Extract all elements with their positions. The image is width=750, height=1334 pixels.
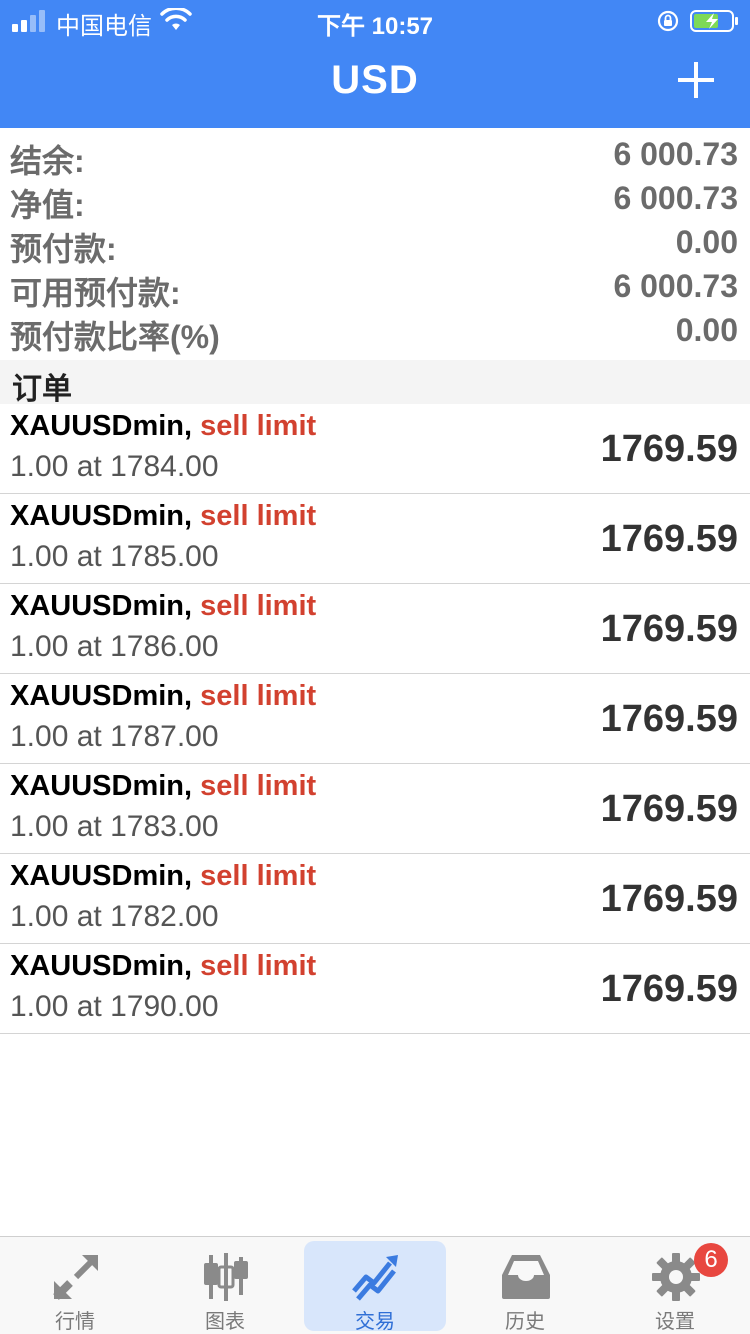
summary-label: 预付款比率(%): [10, 319, 220, 355]
order-detail: 1.00 at 1786.00: [10, 630, 219, 663]
order-symbol: XAUUSDmin,: [10, 590, 193, 622]
order-current-price: 1769.59: [600, 878, 738, 920]
order-row[interactable]: XAUUSDmin, sell limit 1.00 at 1782.00 17…: [0, 854, 750, 944]
tab-settings[interactable]: 6 设置: [604, 1241, 746, 1333]
summary-value: 6 000.73: [613, 180, 738, 216]
account-summary: 结余: 6 000.73 净值: 6 000.73 预付款: 0.00 可用预付…: [0, 132, 750, 355]
tab-label: 交易: [355, 1311, 395, 1333]
order-row[interactable]: XAUUSDmin, sell limit 1.00 at 1785.00 17…: [0, 494, 750, 584]
nav-bar: USD: [0, 40, 750, 128]
order-title: XAUUSDmin, sell limit: [10, 500, 316, 533]
notification-badge: 6: [694, 1243, 728, 1277]
order-symbol: XAUUSDmin,: [10, 860, 193, 892]
orders-section-header: 订单: [0, 360, 750, 406]
tab-label: 行情: [55, 1311, 95, 1333]
summary-row-margin: 预付款: 0.00: [0, 220, 750, 267]
status-bar: 中国电信 下午 10:57: [0, 0, 750, 40]
summary-row-free-margin: 可用预付款: 6 000.73: [0, 264, 750, 311]
order-title: XAUUSDmin, sell limit: [10, 950, 316, 983]
trade-screen: 中国电信 下午 10:57 USD 结余: 6 000.73 净值: 6 000…: [0, 0, 750, 1334]
add-order-button[interactable]: [676, 60, 716, 100]
order-detail: 1.00 at 1785.00: [10, 540, 219, 573]
order-symbol: XAUUSDmin,: [10, 770, 193, 802]
summary-value: 6 000.73: [613, 268, 738, 304]
order-row[interactable]: XAUUSDmin, sell limit 1.00 at 1790.00 17…: [0, 944, 750, 1034]
order-title: XAUUSDmin, sell limit: [10, 680, 316, 713]
order-symbol: XAUUSDmin,: [10, 410, 193, 442]
summary-row-margin-level: 预付款比率(%) 0.00: [0, 308, 750, 355]
rotation-lock-icon: [657, 10, 679, 32]
summary-value: 0.00: [675, 312, 738, 348]
summary-row-balance: 结余: 6 000.73: [0, 132, 750, 179]
history-inbox-icon: [502, 1255, 550, 1299]
summary-value: 0.00: [675, 224, 738, 260]
tab-label: 设置: [655, 1311, 695, 1333]
order-symbol: XAUUSDmin,: [10, 950, 193, 982]
order-type: sell limit: [200, 410, 317, 442]
order-type: sell limit: [200, 770, 317, 802]
order-type: sell limit: [200, 680, 317, 712]
order-current-price: 1769.59: [600, 698, 738, 740]
order-row[interactable]: XAUUSDmin, sell limit 1.00 at 1786.00 17…: [0, 584, 750, 674]
order-type: sell limit: [200, 590, 317, 622]
tab-label: 图表: [205, 1311, 245, 1333]
order-title: XAUUSDmin, sell limit: [10, 770, 316, 803]
tab-history[interactable]: 历史: [454, 1241, 596, 1333]
order-type: sell limit: [200, 860, 317, 892]
order-current-price: 1769.59: [600, 608, 738, 650]
orders-section-title: 订单: [12, 373, 72, 406]
candlestick-chart-icon: [204, 1253, 248, 1301]
order-symbol: XAUUSDmin,: [10, 680, 193, 712]
quotes-arrows-icon: [53, 1255, 98, 1300]
order-detail: 1.00 at 1783.00: [10, 810, 219, 843]
tab-charts[interactable]: 图表: [154, 1241, 296, 1333]
order-detail: 1.00 at 1790.00: [10, 990, 219, 1023]
order-current-price: 1769.59: [600, 788, 738, 830]
summary-row-equity: 净值: 6 000.73: [0, 176, 750, 223]
order-title: XAUUSDmin, sell limit: [10, 860, 316, 893]
bottom-tab-bar: 行情 图表 交易 历史 6 设置: [0, 1236, 750, 1334]
order-title: XAUUSDmin, sell limit: [10, 410, 316, 443]
top-bar: 中国电信 下午 10:57 USD: [0, 0, 750, 128]
battery-charging-icon: [690, 10, 738, 32]
order-row[interactable]: XAUUSDmin, sell limit 1.00 at 1787.00 17…: [0, 674, 750, 764]
order-row[interactable]: XAUUSDmin, sell limit 1.00 at 1784.00 17…: [0, 404, 750, 494]
status-time: 下午 10:57: [316, 13, 434, 40]
tab-label: 历史: [505, 1311, 545, 1333]
order-detail: 1.00 at 1782.00: [10, 900, 219, 933]
order-type: sell limit: [200, 950, 317, 982]
orders-list: XAUUSDmin, sell limit 1.00 at 1784.00 17…: [0, 404, 750, 1034]
order-current-price: 1769.59: [600, 968, 738, 1010]
tab-quotes[interactable]: 行情: [4, 1241, 146, 1333]
order-detail: 1.00 at 1787.00: [10, 720, 219, 753]
order-symbol: XAUUSDmin,: [10, 500, 193, 532]
order-current-price: 1769.59: [600, 518, 738, 560]
tab-trade[interactable]: 交易: [304, 1241, 446, 1333]
page-title: USD: [331, 58, 419, 102]
order-detail: 1.00 at 1784.00: [10, 450, 219, 483]
order-title: XAUUSDmin, sell limit: [10, 590, 316, 623]
order-current-price: 1769.59: [600, 428, 738, 470]
trade-trend-icon: [352, 1255, 398, 1301]
order-row[interactable]: XAUUSDmin, sell limit 1.00 at 1783.00 17…: [0, 764, 750, 854]
summary-value: 6 000.73: [613, 136, 738, 172]
order-type: sell limit: [200, 500, 317, 532]
